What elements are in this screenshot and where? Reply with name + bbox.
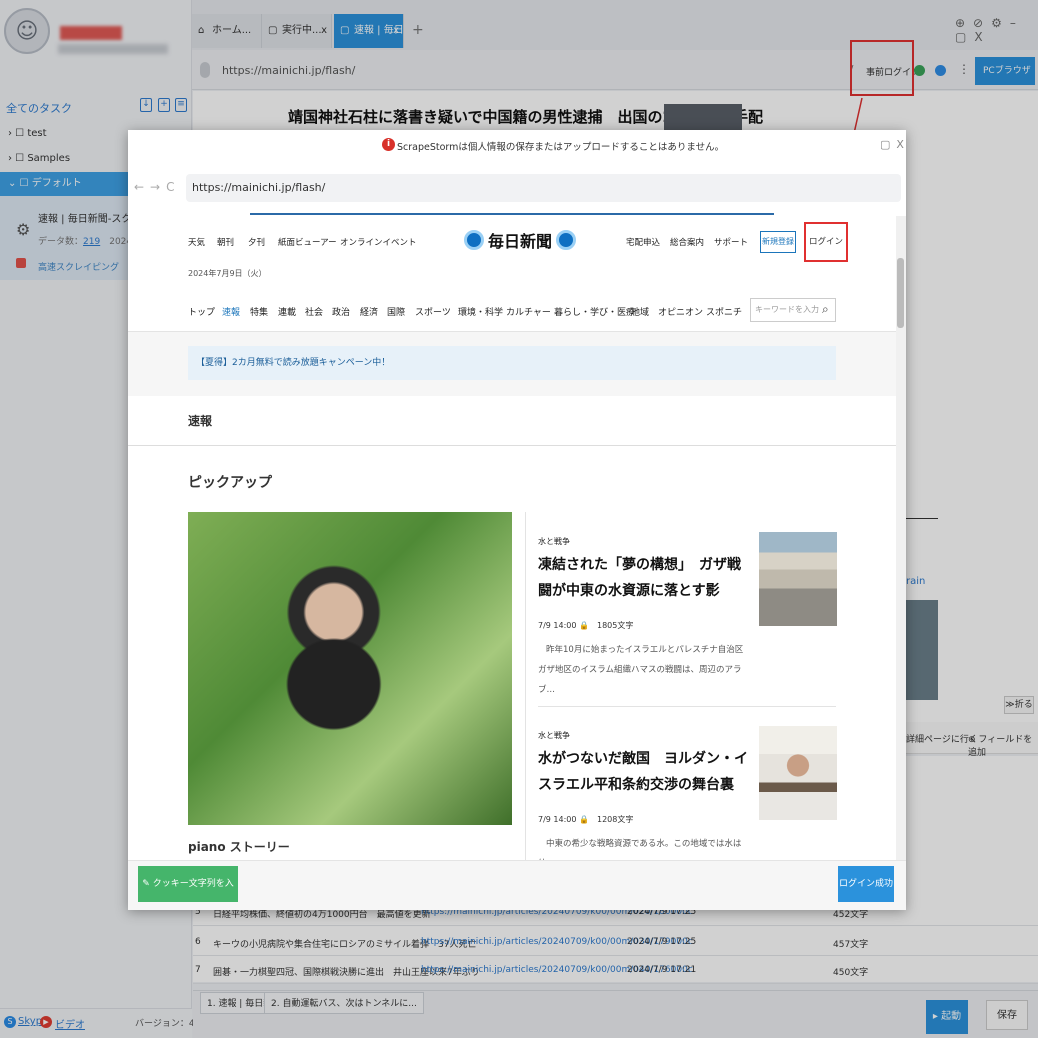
cookie-input-button[interactable]: ✎ クッキー文字列を入力 — [138, 866, 238, 902]
article-category[interactable]: 水と戦争 — [538, 730, 570, 741]
logo-mark-icon — [464, 230, 484, 250]
site-logo[interactable]: 毎日新聞 — [464, 228, 577, 252]
article-chars: 1805文字 — [597, 621, 634, 630]
site-header: 天気 朝刊 夕刊 紙面ビューアー オンラインイベント 毎日新聞 宅配申込 総合案… — [128, 216, 896, 332]
article-summary: 昨年10月に始まったイスラエルとパレスチナ自治区ガザ地区のイスラム組織ハマスの戦… — [538, 645, 744, 695]
nav-item[interactable]: 連載 — [278, 305, 296, 318]
campaign-banner[interactable]: 【夏得】2カ月無料で読み放題キャンペーン中！ — [188, 346, 836, 380]
article-divider — [538, 706, 836, 707]
nav-item[interactable]: スポーツ — [415, 305, 451, 318]
nav-item[interactable]: 政治 — [332, 305, 350, 318]
logo-mark-icon — [556, 230, 577, 250]
nav-item[interactable]: オピニオン — [658, 305, 703, 318]
hero-caption[interactable]: piano ストーリー — [188, 838, 290, 855]
util-link[interactable]: 夕刊 — [248, 236, 265, 248]
util-link[interactable]: 天気 — [188, 236, 205, 248]
nav-item[interactable]: 社会 — [305, 305, 323, 318]
article-category[interactable]: 水と戦争 — [538, 536, 570, 547]
nav-item[interactable]: スポニチ — [706, 305, 742, 318]
site-date: 2024年7月9日（火） — [188, 269, 267, 278]
nav-item[interactable]: カルチャー — [506, 305, 551, 318]
nav-item[interactable]: 国際 — [387, 305, 405, 318]
article-time: 7/9 14:00 — [538, 815, 577, 824]
article-summary: 中東の希少な戦略資源である水。この地域では水は外 — [538, 839, 742, 860]
section-bar — [128, 396, 896, 446]
nav-item-selected[interactable]: 速報 — [222, 305, 240, 318]
nav-item[interactable]: 地域 — [631, 305, 649, 318]
login-modal: i ScrapeStormは個人情報の保存またはアップロードすることはありません… — [128, 130, 906, 910]
util-link[interactable]: オンラインイベント — [340, 236, 417, 248]
load-progress — [250, 213, 774, 215]
article-title[interactable]: 水がつないだ敵国 ヨルダン・イスラエル平和条約交渉の舞台裏 — [538, 746, 748, 798]
info-icon: i — [382, 138, 395, 151]
web-viewport: 天気 朝刊 夕刊 紙面ビューアー オンラインイベント 毎日新聞 宅配申込 総合案… — [128, 216, 896, 860]
article-time: 7/9 14:00 — [538, 621, 577, 630]
signup-button[interactable]: 新規登録 — [760, 231, 796, 253]
article-thumbnail[interactable] — [759, 726, 837, 820]
util-link[interactable]: 朝刊 — [217, 236, 234, 248]
modal-window-controls[interactable]: ▢X — [880, 138, 906, 151]
util-link[interactable]: 宅配申込 — [626, 236, 660, 248]
article-title[interactable]: 凍結された「夢の構想」 ガザ戦闘が中東の水資源に落とす影 — [538, 552, 748, 604]
scrollbar-thumb[interactable] — [897, 258, 904, 328]
column-divider — [525, 512, 526, 860]
nav-item[interactable]: 特集 — [250, 305, 268, 318]
article-meta: 7/9 14:00 🔒 1805文字 — [538, 620, 633, 631]
annotation-box — [804, 222, 848, 262]
article-meta: 7/9 14:00 🔒 1208文字 — [538, 814, 633, 825]
modal-footer — [128, 860, 906, 910]
modal-address-input[interactable]: https://mainichi.jp/flash/ — [186, 174, 901, 202]
hero-image[interactable] — [188, 512, 512, 825]
logo-text: 毎日新聞 — [488, 232, 553, 251]
lock-icon: 🔒 — [579, 621, 589, 630]
util-link[interactable]: 総合案内 — [670, 236, 704, 248]
search-icon[interactable]: ⌕ — [822, 302, 829, 317]
article-thumbnail[interactable] — [759, 532, 837, 626]
util-link[interactable]: サポート — [714, 236, 748, 248]
privacy-warning: ScrapeStormは個人情報の保存またはアップロードすることはありません。 — [397, 142, 725, 153]
nav-item[interactable]: トップ — [188, 305, 215, 318]
nav-arrows-icon[interactable]: ←→C — [134, 180, 181, 194]
nav-item[interactable]: 暮らし・学び・医療 — [554, 305, 635, 318]
pickup-heading: ピックアップ — [188, 475, 272, 491]
nav-item[interactable]: 環境・科学 — [458, 305, 503, 318]
section-title: 速報 — [188, 414, 213, 428]
nav-item[interactable]: 経済 — [360, 305, 378, 318]
article-chars: 1208文字 — [597, 815, 634, 824]
lock-icon: 🔒 — [579, 815, 589, 824]
login-success-button[interactable]: ログイン成功 — [838, 866, 894, 902]
util-link[interactable]: 紙面ビューアー — [278, 236, 337, 248]
